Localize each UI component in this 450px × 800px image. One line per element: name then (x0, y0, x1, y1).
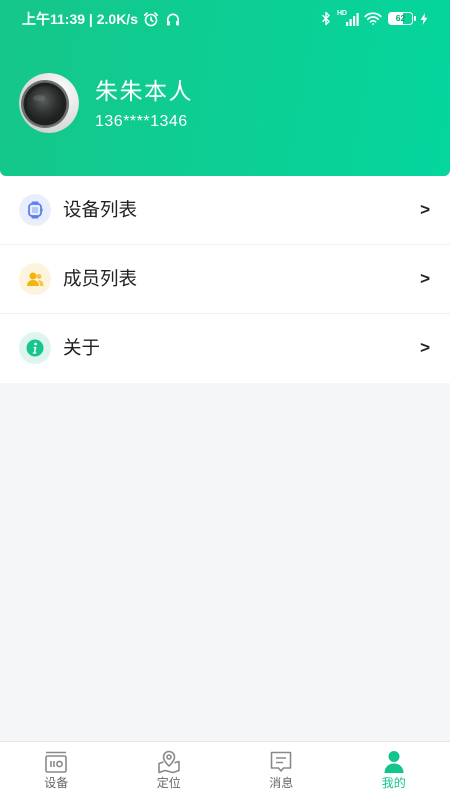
profile-header: 上午11:39 | 2.0K/s HD 62 朱朱本人 136****1346 (0, 0, 450, 176)
user-name: 朱朱本人 (95, 78, 193, 104)
menu-item-label: 设备列表 (63, 199, 138, 220)
menu-item-about[interactable]: 关于 > (0, 314, 450, 383)
headphones-icon (165, 11, 181, 27)
tab-label: 设备 (44, 776, 69, 790)
status-bar-right: HD 62 (321, 10, 428, 26)
wifi-icon (364, 12, 382, 25)
battery-body: 62 (388, 12, 413, 25)
watch-icon (19, 194, 51, 226)
device-icon (43, 749, 69, 775)
tab-mine[interactable]: 我的 (338, 742, 450, 800)
location-icon (156, 749, 182, 775)
signal-icon: HD (337, 10, 359, 26)
tab-location[interactable]: 定位 (113, 742, 226, 800)
alarm-icon (143, 11, 159, 27)
tab-devices[interactable]: 设备 (0, 742, 113, 800)
status-bar: 上午11:39 | 2.0K/s HD 62 (0, 0, 450, 38)
menu-item-label: 关于 (63, 337, 101, 358)
battery-icon: 62 (388, 12, 416, 25)
battery-cap (413, 16, 416, 21)
chevron-right-icon: > (420, 269, 430, 288)
message-icon (268, 749, 294, 775)
tab-label: 我的 (381, 776, 406, 790)
charging-icon (420, 12, 428, 25)
app-screen: 上午11:39 | 2.0K/s HD 62 朱朱本人 136****1346 … (0, 0, 450, 800)
menu-item-device-list[interactable]: 设备列表 > (0, 176, 450, 245)
menu-list: 设备列表 > 成员列表 > 关于 > (0, 170, 450, 383)
chevron-right-icon: > (420, 338, 430, 357)
user-phone: 136****1346 (95, 113, 188, 130)
menu-item-member-list[interactable]: 成员列表 > (0, 245, 450, 314)
chevron-right-icon: > (420, 200, 430, 219)
members-icon (19, 263, 51, 295)
bottom-tab-bar: 设备 定位 消息 我的 (0, 741, 450, 800)
tab-label: 定位 (156, 776, 181, 790)
tab-label: 消息 (269, 776, 294, 790)
info-icon (19, 332, 51, 364)
status-time-speed: 上午11:39 | 2.0K/s (22, 11, 138, 27)
tab-messages[interactable]: 消息 (225, 742, 338, 800)
status-bar-left: 上午11:39 | 2.0K/s (22, 10, 187, 28)
bluetooth-icon (321, 11, 331, 26)
profile-icon (381, 749, 407, 775)
avatar[interactable] (19, 73, 79, 133)
battery-level: 62 (395, 13, 406, 23)
menu-item-label: 成员列表 (63, 268, 138, 289)
